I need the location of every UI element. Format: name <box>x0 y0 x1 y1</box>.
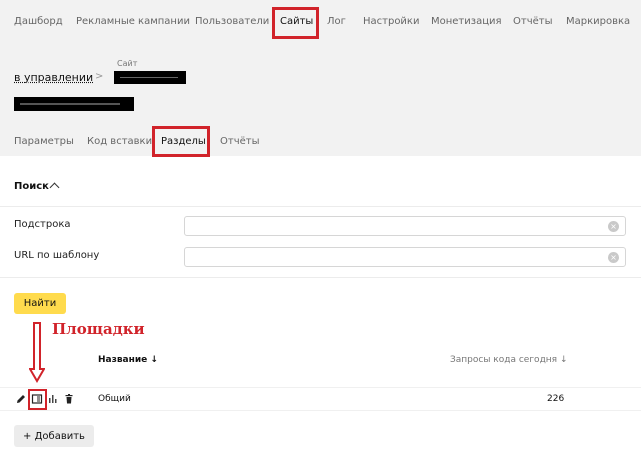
redacted-page-title <box>14 97 134 111</box>
column-header-requests[interactable]: Запросы кода сегодня ↓ <box>450 355 568 365</box>
add-button[interactable]: + Добавить <box>14 425 94 447</box>
annotation-label: Площадки <box>52 320 145 338</box>
breadcrumb-current-label: Сайт <box>117 59 138 68</box>
tab-sections[interactable]: Разделы <box>161 136 206 147</box>
find-button[interactable]: Найти <box>14 293 66 314</box>
chevron-up-icon[interactable] <box>49 182 60 193</box>
divider <box>0 206 641 207</box>
nav-item-log[interactable]: Лог <box>327 16 346 27</box>
breadcrumb-link[interactable]: в управлении <box>14 71 93 84</box>
stats-icon[interactable] <box>47 393 59 405</box>
breadcrumb-separator-icon: > <box>95 71 104 82</box>
redacted-site-name <box>114 71 186 84</box>
nav-item-monetization[interactable]: Монетизация <box>431 16 502 27</box>
divider <box>0 410 641 411</box>
url-pattern-label: URL по шаблону <box>14 250 100 261</box>
divider <box>0 277 641 278</box>
nav-item-users[interactable]: Пользователи <box>195 16 269 27</box>
edit-icon[interactable] <box>15 393 27 405</box>
clear-icon[interactable]: × <box>608 221 619 232</box>
nav-item-marking[interactable]: Маркировка <box>566 16 630 27</box>
url-pattern-input[interactable] <box>184 247 626 267</box>
row-requests-today: 226 <box>547 394 565 404</box>
substring-label: Подстрока <box>14 219 71 230</box>
delete-icon[interactable] <box>63 393 75 405</box>
annotation-arrow-icon <box>29 322 45 383</box>
top-navigation: Дашборд Рекламные кампании Пользователи … <box>0 0 641 42</box>
substring-input[interactable] <box>184 216 626 236</box>
tab-reports[interactable]: Отчёты <box>220 136 259 147</box>
nav-item-ad-campaigns[interactable]: Рекламные кампании <box>76 16 190 27</box>
nav-item-dashboard[interactable]: Дашборд <box>14 16 63 27</box>
nav-item-sites[interactable]: Сайты <box>280 16 313 27</box>
divider <box>0 387 641 388</box>
nav-item-settings[interactable]: Настройки <box>363 16 419 27</box>
tab-parameters[interactable]: Параметры <box>14 136 74 147</box>
tab-embed-code[interactable]: Код вставки <box>87 136 152 147</box>
row-name[interactable]: Общий <box>98 394 131 404</box>
search-section-toggle[interactable]: Поиск <box>14 181 49 192</box>
clear-icon[interactable]: × <box>608 252 619 263</box>
nav-item-reports[interactable]: Отчёты <box>513 16 552 27</box>
column-header-name[interactable]: Название ↓ <box>98 355 158 365</box>
pads-icon[interactable] <box>31 393 43 405</box>
